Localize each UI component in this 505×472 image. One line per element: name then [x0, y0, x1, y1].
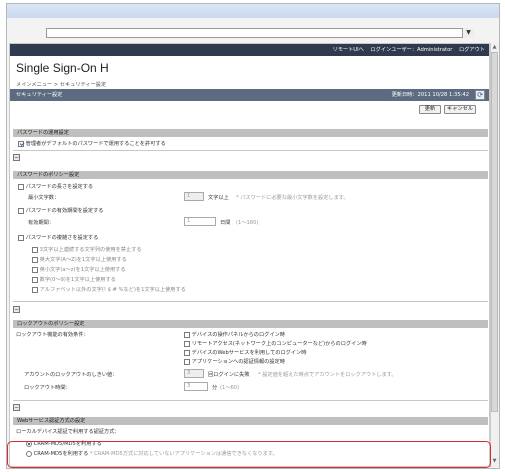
app-window: リモートUIへ ログインユーザー：Administrator ログアウト Sin… [9, 43, 490, 467]
allow-default-password-row[interactable]: 管理者がデフォルトのパスワードで運用することを許可する [18, 140, 166, 147]
length-label: パスワードの長さを設定する [25, 184, 94, 190]
duration-label: ロックアウト時間： [24, 385, 71, 391]
app-logo: Single Sign-On H [16, 61, 109, 75]
condition-checkbox[interactable] [184, 331, 190, 338]
duration-range: (1〜60) [220, 385, 240, 391]
rule-checkbox[interactable] [32, 266, 38, 273]
expiry-label: パスワードの有効期間を設定する [25, 208, 104, 214]
refresh-icon[interactable]: ⟳ [475, 90, 485, 100]
min-length-unit: 文字以上 [208, 195, 229, 201]
browser-title-bar [7, 4, 499, 18]
expiry-unit: 日間 [220, 220, 231, 226]
section-password-policy: パスワードのポリシー設定 [13, 171, 488, 179]
min-length-label: 最小文字数： [28, 195, 60, 201]
condition-label: デバイスの操作パネルからのログイン時 [191, 332, 285, 338]
cancel-button[interactable]: キャンセル [444, 105, 476, 114]
lockout-condition[interactable]: アプリケーションへの認証情報の設定時 [184, 358, 285, 365]
min-length-note: * パスワードに必要な最小文字数を設定します。 [236, 195, 349, 201]
login-user-label: ログインユーザー：Administrator [370, 47, 453, 53]
collapse-icon[interactable]: − [13, 154, 20, 161]
expiry-row[interactable]: パスワードの有効期間を設定する [18, 207, 103, 214]
rule-checkbox[interactable] [32, 276, 38, 283]
collapse-icon[interactable]: − [13, 404, 20, 411]
threshold-note: * 設定値を超えた時点でアカウントをロックアウトします。 [258, 372, 397, 378]
rule-checkbox[interactable] [32, 256, 38, 263]
scroll-down-icon[interactable]: ▼ [491, 458, 498, 465]
lockout-condition-label: ロックアウト機能の有効条件： [16, 332, 89, 338]
expiry-input[interactable]: 1 [184, 217, 216, 226]
section-web-auth: Webサービス認証方式の設定 [13, 417, 488, 425]
condition-checkbox[interactable] [184, 349, 190, 356]
rule-label: 英大文字(A〜Z)を1文字以上使用する [39, 257, 127, 263]
min-length-input[interactable]: 1 [184, 192, 204, 201]
threshold-label: アカウントのロックアウトのしきい値： [24, 372, 118, 378]
lockout-condition[interactable]: デバイスのWebサービスを利用してのログイン時 [184, 349, 306, 356]
breadcrumb[interactable]: メインメニュー > セキュリティー設定 [16, 81, 106, 88]
complexity-rule[interactable]: 英小文字(a〜z)を1文字以上使用する [32, 266, 126, 273]
scrollbar-thumb[interactable] [491, 52, 498, 412]
page-title: セキュリティー設定 [16, 92, 63, 98]
page-title-bar: セキュリティー設定 更新日時：2011 10/28 1:35:42 ⟳ [10, 89, 489, 101]
allow-default-password-checkbox[interactable] [18, 140, 24, 147]
condition-label: アプリケーションへの認証情報の設定時 [191, 359, 285, 365]
expiry-period-label: 有効期間： [28, 220, 54, 226]
expiry-range: (1〜180) [236, 220, 259, 226]
complexity-row[interactable]: パスワードの複雑さを設定する [18, 234, 98, 241]
divider [13, 400, 488, 401]
rule-label: 数字(0〜9)を1文字以上使用する [39, 277, 116, 283]
lockout-condition[interactable]: リモートアクセス(ネットワーク上のコンピューターなど)からのログイン時 [184, 340, 367, 347]
duration-input[interactable]: 3 [184, 382, 208, 391]
complexity-rule[interactable]: 数字(0〜9)を1文字以上使用する [32, 276, 116, 283]
condition-checkbox[interactable] [184, 358, 190, 365]
remote-ui-link[interactable]: リモートUIへ [333, 47, 364, 53]
threshold-input[interactable]: 3 [184, 369, 204, 378]
condition-label: デバイスのWebサービスを利用してのログイン時 [191, 350, 307, 356]
duration-unit: 分 [212, 385, 218, 391]
complexity-rule[interactable]: 英大文字(A〜Z)を1文字以上使用する [32, 256, 127, 263]
app-header: リモートUIへ ログインユーザー：Administrator ログアウト [10, 44, 489, 56]
scroll-up-icon[interactable]: ▲ [491, 44, 498, 51]
rule-label: アルファベット以外の文字(! $ # %など)を1文字以上使用する [39, 287, 186, 293]
rule-checkbox[interactable] [32, 246, 38, 253]
section-lockout-policy: ロックアウトのポリシー設定 [13, 320, 488, 328]
length-checkbox[interactable] [18, 183, 24, 190]
section-password-use: パスワードの運用設定 [13, 129, 488, 137]
highlight-box [7, 441, 491, 468]
update-button[interactable]: 更新 [419, 105, 441, 114]
condition-checkbox[interactable] [184, 340, 190, 347]
collapse-icon[interactable]: − [13, 306, 20, 313]
web-auth-method-label: ローカルデバイス認証で利用する認証方式： [16, 429, 120, 435]
address-bar[interactable] [46, 28, 474, 38]
expiry-checkbox[interactable] [18, 207, 24, 214]
logo-row: Single Sign-On H [10, 56, 489, 78]
complexity-rule[interactable]: 3文字以上連続する文字列の使用を禁止する [32, 246, 142, 253]
allow-default-password-label: 管理者がデフォルトのパスワードで運用することを許可する [25, 141, 166, 147]
condition-label: リモートアクセス(ネットワーク上のコンピューターなど)からのログイン時 [191, 341, 367, 347]
logout-link[interactable]: ログアウト [459, 47, 485, 53]
rule-checkbox[interactable] [32, 286, 38, 293]
length-row[interactable]: パスワードの長さを設定する [18, 183, 93, 190]
address-dropdown-icon[interactable]: ▼ [462, 28, 474, 38]
complexity-checkbox[interactable] [18, 234, 24, 241]
rule-label: 英小文字(a〜z)を1文字以上使用する [39, 267, 126, 273]
divider [13, 150, 488, 151]
lockout-condition[interactable]: デバイスの操作パネルからのログイン時 [184, 331, 285, 338]
complexity-label: パスワードの複雑さを設定する [25, 235, 99, 241]
divider [13, 301, 488, 302]
rule-label: 3文字以上連続する文字列の使用を禁止する [39, 247, 142, 253]
complexity-rule[interactable]: アルファベット以外の文字(! $ # %など)を1文字以上使用する [32, 286, 186, 293]
threshold-unit: 回ログインに失敗 [208, 372, 250, 378]
updated-datetime: 更新日時：2011 10/28 1:35:42 [391, 92, 469, 98]
